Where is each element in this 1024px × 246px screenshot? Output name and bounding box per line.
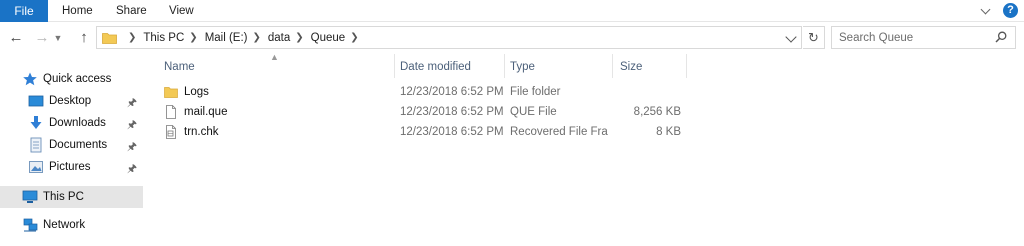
refresh-button[interactable]: ↻: [803, 26, 825, 49]
file-date: 12/23/2018 6:52 PM: [400, 106, 504, 118]
file-name: trn.chk: [184, 126, 219, 138]
file-type: File folder: [510, 86, 561, 98]
recent-locations-chevron-icon[interactable]: ▼: [52, 28, 64, 48]
column-header-date[interactable]: Date modified: [400, 56, 471, 78]
file-name: mail.que: [184, 106, 228, 118]
column-header-name[interactable]: Name: [164, 56, 195, 78]
breadcrumb-chevron-icon[interactable]: ❯: [253, 32, 261, 43]
breadcrumb-this-pc[interactable]: This PC: [143, 32, 184, 44]
breadcrumb: ❯ This PC ❯ Mail (E:) ❯ data ❯ Queue ❯: [123, 27, 366, 48]
sidebar-item-label: Documents: [49, 139, 108, 151]
sidebar-item-label: Network: [43, 219, 86, 231]
breadcrumb-queue[interactable]: Queue: [311, 32, 346, 44]
column-divider[interactable]: [394, 54, 395, 78]
sidebar-item-label: Quick access: [43, 73, 112, 85]
breadcrumb-chevron-icon[interactable]: ❯: [189, 32, 197, 43]
back-button[interactable]: ←: [6, 28, 26, 48]
file-size: [612, 82, 681, 102]
search-input[interactable]: [832, 27, 982, 48]
expand-ribbon-chevron-icon[interactable]: [979, 4, 993, 18]
ribbon: File Home Share View ?: [0, 0, 1024, 22]
ribbon-controls: ?: [979, 3, 1018, 18]
search-box[interactable]: [831, 26, 1016, 49]
column-header-type[interactable]: Type: [510, 56, 535, 78]
column-divider[interactable]: [504, 54, 505, 78]
sidebar-item-label: Desktop: [49, 95, 92, 107]
help-icon[interactable]: ?: [1003, 3, 1018, 18]
tab-file[interactable]: File: [0, 0, 48, 22]
sidebar-item-network[interactable]: Network: [0, 214, 143, 236]
breadcrumb-chevron-icon[interactable]: ❯: [295, 32, 303, 43]
file-name-cell: Logs: [164, 82, 384, 102]
address-bar[interactable]: ❯ This PC ❯ Mail (E:) ❯ data ❯ Queue ❯: [96, 26, 802, 49]
breadcrumb-data[interactable]: data: [268, 32, 290, 44]
navigation-pane: Quick access Desktop 🖈 Downloads 🖈 Docum…: [0, 62, 143, 246]
pin-icon[interactable]: 🖈: [127, 94, 137, 113]
sidebar-item-label: Pictures: [49, 161, 91, 173]
sidebar-item-quick-access[interactable]: Quick access: [0, 68, 143, 90]
column-divider[interactable]: [612, 54, 613, 78]
breadcrumb-chevron-icon[interactable]: ❯: [350, 32, 358, 43]
documents-icon: [30, 137, 42, 153]
file-name-cell: trn.chk: [164, 122, 384, 142]
breadcrumb-mail-drive[interactable]: Mail (E:): [205, 32, 248, 44]
computer-icon: [22, 190, 38, 203]
file-list: ▲ Name Date modified Type Size Logs 12/2…: [150, 52, 1024, 246]
sidebar-item-this-pc[interactable]: This PC: [0, 186, 143, 208]
navigation-bar: ← → ▼ ↑ ❯ This PC ❯ Mail (E:) ❯ data ❯ Q…: [0, 24, 1024, 52]
download-icon: [30, 116, 42, 129]
file-icon: [166, 105, 176, 119]
folder-icon: [164, 87, 178, 98]
desktop-icon: [28, 95, 44, 107]
pin-icon[interactable]: 🖈: [127, 160, 137, 179]
sidebar-item-documents[interactable]: Documents 🖈: [0, 134, 143, 156]
file-date: 12/23/2018 6:52 PM: [400, 126, 504, 138]
pictures-icon: [29, 161, 43, 173]
tab-view[interactable]: View: [161, 0, 202, 22]
file-name: Logs: [184, 86, 209, 98]
pin-icon[interactable]: 🖈: [127, 116, 137, 135]
file-type: QUE File: [510, 106, 557, 118]
tab-share[interactable]: Share: [108, 0, 155, 22]
pin-icon[interactable]: 🖈: [127, 138, 137, 157]
file-date: 12/23/2018 6:52 PM: [400, 86, 504, 98]
sidebar-item-pictures[interactable]: Pictures 🖈: [0, 156, 143, 178]
file-size: 8,256 KB: [633, 106, 681, 118]
network-icon: [23, 218, 38, 232]
folder-icon: [102, 33, 117, 44]
column-divider[interactable]: [686, 54, 687, 78]
table-row[interactable]: Logs 12/23/2018 6:52 PM File folder: [150, 82, 690, 102]
breadcrumb-chevron-icon[interactable]: ❯: [128, 32, 136, 43]
up-button[interactable]: ↑: [74, 28, 94, 48]
sidebar-item-label: This PC: [43, 191, 84, 203]
search-icon[interactable]: [995, 31, 1007, 43]
file-name-cell: mail.que: [164, 102, 384, 122]
table-row[interactable]: trn.chk 12/23/2018 6:52 PM Recovered Fil…: [150, 122, 690, 142]
star-icon: [23, 72, 37, 86]
sidebar-item-downloads[interactable]: Downloads 🖈: [0, 112, 143, 134]
forward-button[interactable]: →: [32, 28, 52, 48]
address-dropdown-chevron-icon[interactable]: [785, 31, 797, 43]
chk-file-icon: [166, 125, 176, 139]
table-row[interactable]: mail.que 12/23/2018 6:52 PM QUE File 8,2…: [150, 102, 690, 122]
sort-ascending-icon: ▲: [270, 52, 279, 62]
file-type: Recovered File Fra...: [510, 126, 608, 138]
tab-home[interactable]: Home: [54, 0, 101, 22]
file-size: 8 KB: [656, 126, 681, 138]
sidebar-item-label: Downloads: [49, 117, 106, 129]
column-header-size[interactable]: Size: [620, 56, 642, 78]
sidebar-item-desktop[interactable]: Desktop 🖈: [0, 90, 143, 112]
